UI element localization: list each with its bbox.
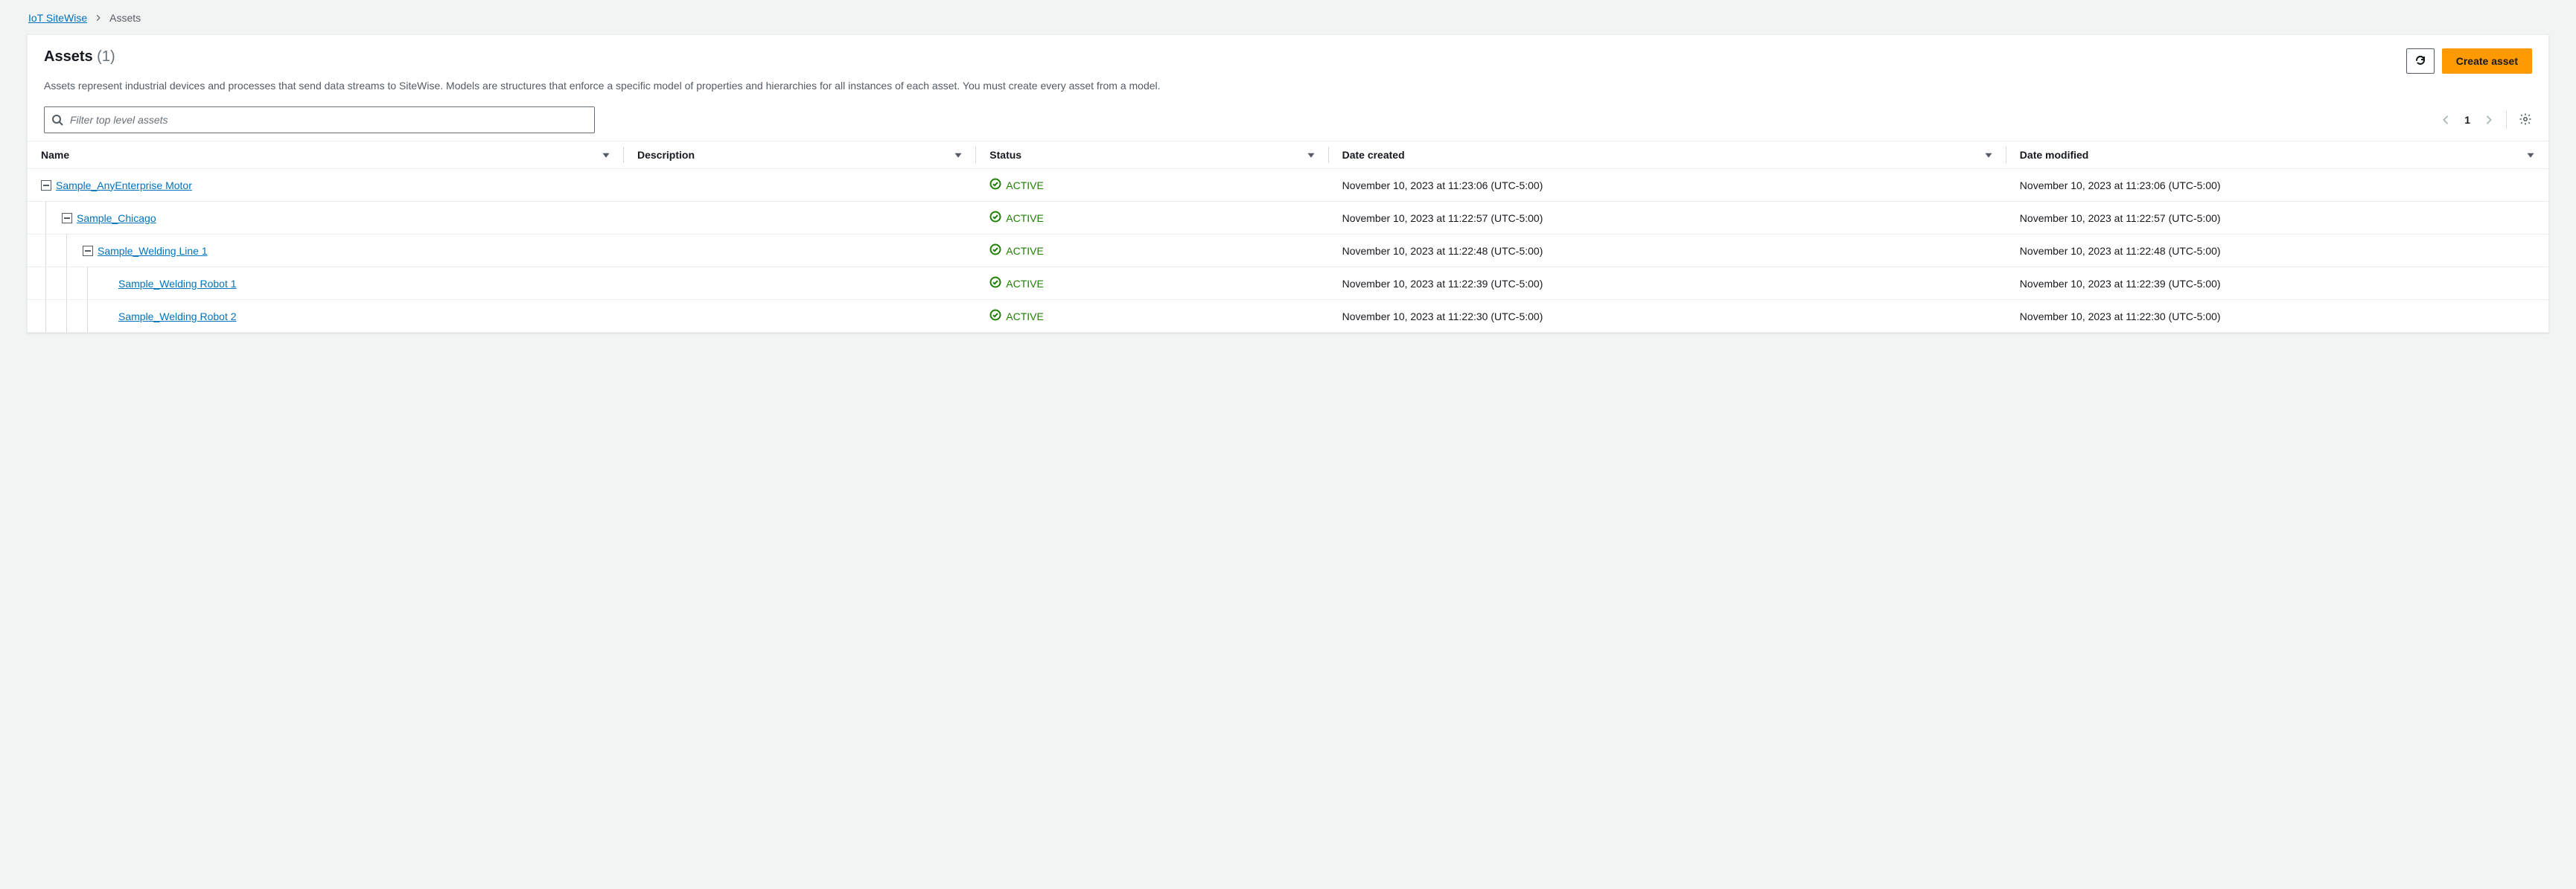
status-badge: ACTIVE: [989, 211, 1044, 225]
cell-date-modified: November 10, 2023 at 11:22:48 (UTC-5:00): [2006, 235, 2548, 267]
tree-collapse-icon[interactable]: [62, 213, 72, 223]
cell-date-modified: November 10, 2023 at 11:22:30 (UTC-5:00): [2006, 300, 2548, 333]
cell-description: [624, 235, 976, 267]
pagination: 1: [2440, 111, 2532, 129]
status-badge: ACTIVE: [989, 276, 1044, 290]
tree-collapse-icon[interactable]: [41, 180, 51, 191]
table-row: Sample_Chicago ACTIVE November 10, 2023 at…: [28, 202, 2548, 235]
status-badge: ACTIVE: [989, 178, 1044, 192]
cell-date-modified: November 10, 2023 at 11:22:39 (UTC-5:00): [2006, 267, 2548, 300]
asset-name-link[interactable]: Sample_Welding Line 1: [98, 245, 208, 257]
panel-description: Assets represent industrial devices and …: [44, 78, 2532, 93]
breadcrumb-current: Assets: [109, 12, 141, 24]
sort-icon: [602, 150, 610, 159]
check-circle-icon: [989, 243, 1001, 258]
settings-button[interactable]: [2519, 112, 2532, 128]
asset-name-link[interactable]: Sample_Welding Robot 1: [118, 278, 237, 290]
assets-panel: Assets (1) Create as: [27, 34, 2549, 333]
sort-icon: [1307, 150, 1316, 159]
chevron-right-icon: [95, 12, 102, 24]
search-container: [44, 106, 595, 133]
create-asset-button[interactable]: Create asset: [2442, 48, 2532, 74]
column-header-date-modified[interactable]: Date modified: [2006, 141, 2548, 169]
page-number: 1: [2461, 114, 2473, 126]
column-header-description[interactable]: Description: [624, 141, 976, 169]
cell-date-modified: November 10, 2023 at 11:23:06 (UTC-5:00): [2006, 169, 2548, 202]
check-circle-icon: [989, 276, 1001, 290]
page-prev-button[interactable]: [2440, 115, 2451, 125]
table-row: Sample_Welding Robot 1 ACTIVE November 10,…: [28, 267, 2548, 300]
column-header-date-created[interactable]: Date created: [1329, 141, 2006, 169]
status-badge: ACTIVE: [989, 309, 1044, 323]
cell-date-created: November 10, 2023 at 11:22:30 (UTC-5:00): [1329, 300, 2006, 333]
page-next-button[interactable]: [2484, 115, 2494, 125]
table-row: Sample_Welding Robot 2 ACTIVE November 10,…: [28, 300, 2548, 333]
cell-date-created: November 10, 2023 at 11:22:39 (UTC-5:00): [1329, 267, 2006, 300]
breadcrumb-root-link[interactable]: IoT SiteWise: [28, 12, 87, 24]
asset-name-link[interactable]: Sample_Welding Robot 2: [118, 310, 237, 322]
sort-icon: [1984, 150, 1993, 159]
cell-date-modified: November 10, 2023 at 11:22:57 (UTC-5:00): [2006, 202, 2548, 235]
cell-description: [624, 267, 976, 300]
status-badge: ACTIVE: [989, 243, 1044, 258]
sort-icon: [2526, 150, 2535, 159]
check-circle-icon: [989, 178, 1001, 192]
gear-icon: [2519, 112, 2532, 128]
assets-table: Name Description: [28, 141, 2548, 332]
cell-description: [624, 169, 976, 202]
search-input[interactable]: [44, 106, 595, 133]
table-row: Sample_AnyEnterprise Motor ACTIVE November…: [28, 169, 2548, 202]
cell-description: [624, 202, 976, 235]
refresh-icon: [2414, 54, 2426, 68]
refresh-button[interactable]: [2406, 48, 2435, 74]
tree-collapse-icon[interactable]: [83, 246, 93, 256]
column-header-status[interactable]: Status: [976, 141, 1328, 169]
breadcrumb: IoT SiteWise Assets: [27, 12, 2549, 24]
cell-description: [624, 300, 976, 333]
check-circle-icon: [989, 309, 1001, 323]
page-title: Assets (1): [44, 48, 115, 66]
table-row: Sample_Welding Line 1 ACTIVE November 10, …: [28, 235, 2548, 267]
cell-date-created: November 10, 2023 at 11:23:06 (UTC-5:00): [1329, 169, 2006, 202]
check-circle-icon: [989, 211, 1001, 225]
sort-icon: [954, 150, 963, 159]
asset-name-link[interactable]: Sample_AnyEnterprise Motor: [56, 179, 192, 191]
column-header-name[interactable]: Name: [28, 141, 624, 169]
asset-name-link[interactable]: Sample_Chicago: [77, 212, 156, 224]
cell-date-created: November 10, 2023 at 11:22:48 (UTC-5:00): [1329, 235, 2006, 267]
cell-date-created: November 10, 2023 at 11:22:57 (UTC-5:00): [1329, 202, 2006, 235]
